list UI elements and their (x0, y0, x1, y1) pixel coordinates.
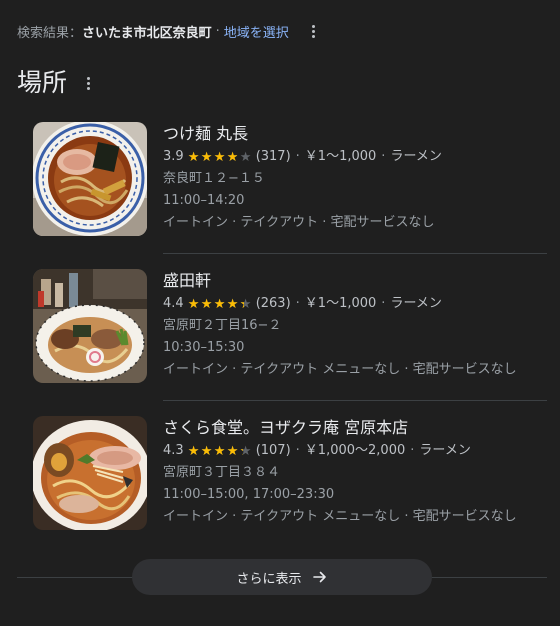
star-rating: ★ ★ ★ ★ ★ (188, 445, 253, 458)
review-count: (263) (255, 296, 291, 311)
category: ラーメン (390, 149, 442, 164)
price-range: ￥1,000～2,000 (304, 443, 406, 458)
service-options: イートイン · テイクアウト · 宅配サービスなし (163, 215, 435, 230)
result-item[interactable]: 盛田軒 4.4 ★★★★★ (263) · ￥1～1,000 · ラーメン 宮原… (33, 269, 560, 401)
service-options: イートイン · テイクアウト メニューなし · 宅配サービスなし (163, 509, 517, 524)
location-prefix: 検索結果： (17, 25, 83, 41)
location-bar: 検索結果： さいたま市北区奈良町 · 地域を選択 (17, 21, 321, 41)
show-more-label: さらに表示 (236, 571, 302, 587)
rating-row: 4.3 ★★★★★ (107) · ￥1,000～2,000 · ラーメン (163, 440, 560, 462)
star-icon: ★ (240, 151, 252, 164)
local-results-panel: 検索結果： さいたま市北区奈良町 · 地域を選択 場所 つけ麺 丸長 3.9 ★… (0, 0, 560, 626)
result-info: つけ麺 丸長 3.9 ★★★★★ (317) · ￥1～1,000 · ラーメン… (163, 122, 560, 234)
hours: 11:00–14:20 (163, 193, 245, 208)
category: ラーメン (390, 296, 442, 311)
results-list: つけ麺 丸長 3.9 ★★★★★ (317) · ￥1～1,000 · ラーメン… (33, 122, 560, 531)
result-info: 盛田軒 4.4 ★★★★★ (263) · ￥1～1,000 · ラーメン 宮原… (163, 269, 560, 381)
place-name[interactable]: さくら食堂。ヨザクラ庵 宮原本店 (163, 416, 560, 440)
divider (163, 253, 547, 254)
section-title: 場所 (17, 68, 68, 97)
section-more-options-icon[interactable] (81, 74, 95, 92)
star-icon: ★ (227, 298, 239, 311)
star-icon: ★ (201, 298, 213, 311)
star-rating: ★ ★ ★ ★ ★ (188, 151, 253, 164)
star-icon: ★ (227, 151, 239, 164)
hours: 10:30–15:30 (163, 340, 245, 355)
location-separator: · (215, 23, 220, 39)
ramen-bowl-photo[interactable] (33, 269, 147, 383)
service-options: イートイン · テイクアウト メニューなし · 宅配サービスなし (163, 362, 517, 377)
star-icon: ★ (214, 151, 226, 164)
star-icon: ★ (188, 445, 200, 458)
select-region-link[interactable]: 地域を選択 (224, 22, 289, 41)
price-range: ￥1～1,000 (304, 149, 377, 164)
star-icon: ★ (201, 151, 213, 164)
result-info: さくら食堂。ヨザクラ庵 宮原本店 4.3 ★★★★★ (107) · ￥1,00… (163, 416, 560, 528)
category: ラーメン (419, 443, 471, 458)
show-more-button[interactable]: さらに表示 (132, 559, 432, 595)
divider (163, 400, 547, 401)
address: 宮原町２丁目16−２ (163, 318, 282, 333)
star-rating: ★ ★ ★ ★ ★ (188, 298, 253, 311)
result-item[interactable]: さくら食堂。ヨザクラ庵 宮原本店 4.3 ★★★★★ (107) · ￥1,00… (33, 416, 560, 531)
result-item[interactable]: つけ麺 丸長 3.9 ★★★★★ (317) · ￥1～1,000 · ラーメン… (33, 122, 560, 254)
location-place: さいたま市北区奈良町 (82, 25, 212, 41)
star-icon: ★ (188, 298, 200, 311)
star-icon: ★ (227, 445, 239, 458)
review-count: (107) (255, 443, 291, 458)
rating-row: 3.9 ★★★★★ (317) · ￥1～1,000 · ラーメン (163, 146, 560, 168)
hours: 11:00–15:00, 17:00–23:30 (163, 487, 335, 502)
star-icon: ★ (188, 151, 200, 164)
address: 宮原町３丁目３８４ (163, 465, 281, 480)
star-icon: ★ (214, 445, 226, 458)
star-icon: ★ (240, 298, 252, 311)
section-header: 場所 (17, 64, 95, 98)
address: 奈良町１２−１５ (163, 171, 265, 186)
location-more-options-icon[interactable] (307, 22, 321, 40)
rating-value: 4.3 (163, 443, 184, 458)
star-icon: ★ (214, 298, 226, 311)
egg-ramen-photo[interactable] (33, 416, 147, 530)
rating-row: 4.4 ★★★★★ (263) · ￥1～1,000 · ラーメン (163, 293, 560, 315)
star-icon: ★ (201, 445, 213, 458)
price-range: ￥1～1,000 (304, 296, 377, 311)
place-name[interactable]: 盛田軒 (163, 269, 560, 293)
rating-value: 3.9 (163, 149, 184, 164)
review-count: (317) (255, 149, 291, 164)
rating-value: 4.4 (163, 296, 184, 311)
place-name[interactable]: つけ麺 丸長 (163, 122, 560, 146)
arrow-right-icon (312, 569, 328, 585)
shoyu-ramen-photo[interactable] (33, 122, 147, 236)
star-icon: ★ (240, 445, 252, 458)
